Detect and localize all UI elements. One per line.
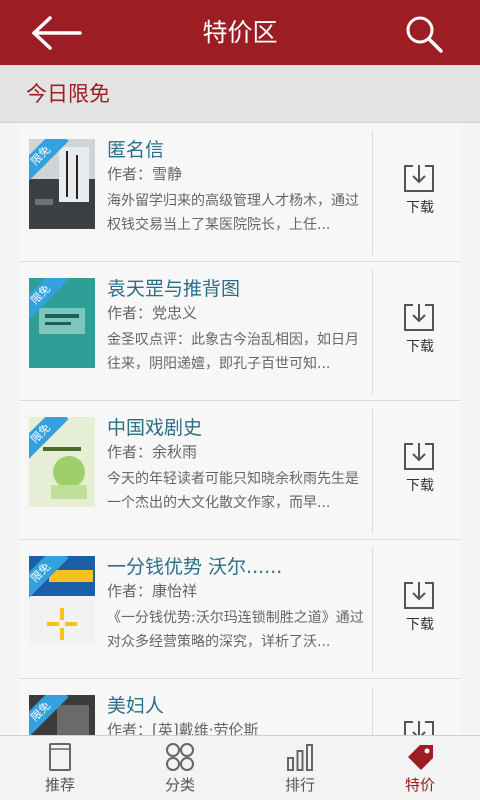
- book-cover[interactable]: 限免: [29, 695, 95, 735]
- download-label: 下载: [406, 617, 434, 633]
- book-title[interactable]: 匿名信: [107, 135, 367, 162]
- download-label: 下载: [406, 339, 434, 355]
- book-author: 作者：康怡祥: [107, 582, 198, 600]
- book-author: 作者：[英]戴维·劳伦斯: [107, 721, 259, 735]
- bar-chart-icon: [287, 744, 313, 771]
- download-icon: [404, 721, 434, 735]
- book-cover[interactable]: 限免: [29, 278, 95, 368]
- download-button[interactable]: 下载: [390, 302, 450, 358]
- download-button[interactable]: 下载: [390, 719, 450, 735]
- tab-label: 排行: [284, 776, 315, 794]
- download-icon: [404, 582, 434, 609]
- download-button[interactable]: 下载: [390, 441, 450, 497]
- book-author: 作者：党忠义: [107, 304, 198, 322]
- download-icon: [404, 443, 434, 470]
- divider: [372, 270, 373, 394]
- book-icon: [49, 743, 71, 771]
- bottom-tab-bar: 推荐 分类 排行 特价: [0, 735, 480, 800]
- list-item[interactable]: 限免 一分钱优势 沃尔...... 作者：康怡祥 《一分钱优势:沃尔玛连锁制胜之…: [20, 540, 460, 679]
- tab-ranking[interactable]: 排行: [240, 736, 360, 800]
- download-label: 下载: [406, 478, 434, 494]
- book-description: 金圣叹点评：此象古今治乱相因，如日月往来，阴阳递嬗，即孔子百世可知...: [107, 332, 359, 372]
- divider: [372, 131, 373, 255]
- book-title[interactable]: 袁天罡与推背图: [107, 274, 367, 301]
- list-item[interactable]: 限免 匿名信 作者：雪静 海外留学归来的高级管理人才杨木，通过权钱交易当上了某医…: [20, 123, 460, 262]
- search-icon[interactable]: [404, 14, 444, 54]
- divider: [372, 409, 373, 533]
- book-description: 海外留学归来的高级管理人才杨木，通过权钱交易当上了某医院院长，上任...: [107, 193, 359, 233]
- tab-label: 分类: [164, 776, 195, 794]
- section-title: 今日限免: [26, 82, 110, 106]
- download-label: 下载: [406, 200, 434, 216]
- list-item[interactable]: 限免 中国戏剧史 作者：余秋雨 今天的年轻读者可能只知晓余秋雨先生是一个杰出的大…: [20, 401, 460, 540]
- book-title[interactable]: 中国戏剧史: [107, 413, 367, 440]
- book-description: 今天的年轻读者可能只知晓余秋雨先生是一个杰出的大文化散文作家，而早...: [107, 471, 359, 511]
- tab-label: 特价: [404, 776, 435, 794]
- book-description: 《一分钱优势:沃尔玛连锁制胜之道》通过对众多经营策略的深究，详析了沃...: [107, 610, 364, 650]
- book-list[interactable]: 限免 匿名信 作者：雪静 海外留学归来的高级管理人才杨木，通过权钱交易当上了某医…: [0, 123, 480, 735]
- price-tag-icon: [408, 745, 433, 770]
- divider: [372, 687, 373, 735]
- tab-category[interactable]: 分类: [120, 736, 240, 800]
- book-cover[interactable]: 限免: [29, 556, 95, 646]
- book-cover[interactable]: 限免: [29, 417, 95, 507]
- book-author: 作者：余秋雨: [107, 443, 198, 461]
- list-item[interactable]: 限免 袁天罡与推背图 作者：党忠义 金圣叹点评：此象古今治乱相因，如日月往来，阴…: [20, 262, 460, 401]
- book-title[interactable]: 一分钱优势 沃尔......: [107, 552, 367, 579]
- download-icon: [404, 165, 434, 192]
- download-icon: [404, 304, 434, 331]
- section-header: 今日限免: [0, 65, 480, 123]
- list-item[interactable]: 限免 美妇人 作者：[英]戴维·劳伦斯 下载: [20, 679, 460, 735]
- download-button[interactable]: 下载: [390, 163, 450, 219]
- top-bar: 特价区: [0, 0, 480, 65]
- download-button[interactable]: 下载: [390, 580, 450, 636]
- divider: [372, 548, 373, 672]
- book-author: 作者：雪静: [107, 165, 183, 183]
- book-cover[interactable]: 限免: [29, 139, 95, 229]
- tab-recommend[interactable]: 推荐: [0, 736, 120, 800]
- tab-label: 推荐: [44, 776, 75, 794]
- book-title[interactable]: 美妇人: [107, 691, 367, 718]
- grid-circles-icon: [166, 743, 194, 771]
- tab-special-offer[interactable]: 特价: [360, 736, 480, 800]
